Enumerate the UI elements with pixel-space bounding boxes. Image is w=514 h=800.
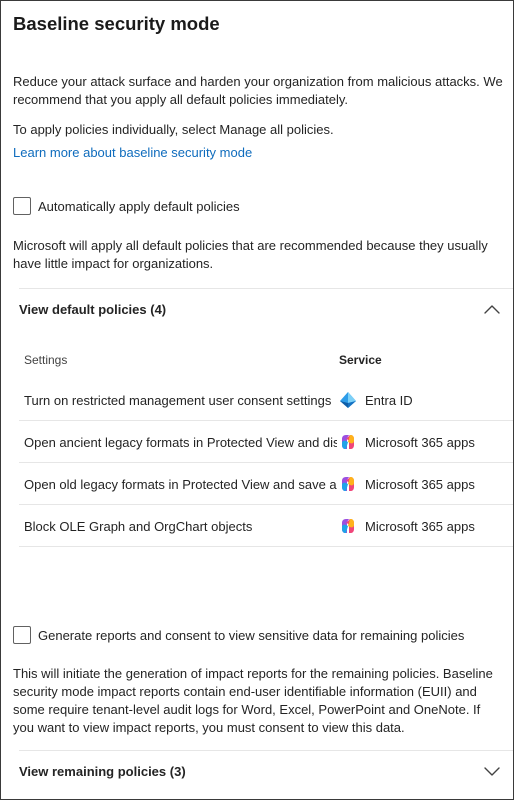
settings-column-header: Settings [24,353,68,367]
reports-consent-label: Generate reports and consent to view sen… [38,627,465,643]
auto-apply-description: Microsoft will apply all default policie… [13,238,488,271]
table-row[interactable]: Block OLE Graph and OrgChart objects Mic… [19,505,513,547]
auto-apply-checkbox[interactable] [13,197,31,215]
policy-service: Microsoft 365 apps [339,475,475,493]
default-policies-header: View default policies (4) [19,301,167,317]
reports-checkbox-row[interactable]: Generate reports and consent to view sen… [13,626,464,644]
microsoft-365-icon [342,477,354,491]
policy-service: Microsoft 365 apps [339,433,475,451]
table-row[interactable]: Turn on restricted management user conse… [19,379,513,421]
table-header: Settings Service [19,341,513,379]
remaining-policies-header: View remaining policies (3) [19,763,186,779]
intro-text: Reduce your attack surface and harden yo… [13,74,503,107]
service-name: Microsoft 365 apps [365,518,475,534]
service-name: Entra ID [365,392,413,408]
microsoft-365-icon [342,435,354,449]
default-policies-accordion[interactable]: View default policies (4) [19,289,501,329]
page-title: Baseline security mode [13,13,220,34]
table-row[interactable]: Open ancient legacy formats in Protected… [19,421,513,463]
table-row[interactable]: Open old legacy formats in Protected Vie… [19,463,513,505]
service-name: Microsoft 365 apps [365,434,475,450]
default-policies-table: Settings Service Turn on restricted mana… [19,341,513,547]
policy-service: Microsoft 365 apps [339,517,475,535]
reports-description: This will initiate the generation of imp… [13,666,493,735]
entra-id-icon [340,392,356,408]
policy-setting: Open old legacy formats in Protected Vie… [24,477,337,492]
microsoft-365-icon [342,519,354,533]
service-name: Microsoft 365 apps [365,476,475,492]
chevron-up-icon[interactable] [483,303,501,315]
policy-setting: Block OLE Graph and OrgChart objects [24,519,253,534]
auto-apply-checkbox-row[interactable]: Automatically apply default policies [13,197,240,215]
reports-consent-checkbox[interactable] [13,626,31,644]
baseline-security-panel: Baseline security mode Reduce your attac… [0,0,514,800]
policy-setting: Open ancient legacy formats in Protected… [24,435,337,450]
remaining-policies-accordion[interactable]: View remaining policies (3) [19,751,501,791]
auto-apply-label: Automatically apply default policies [38,198,240,214]
apply-hint-text: To apply policies individually, select M… [13,122,334,137]
learn-more-link[interactable]: Learn more about baseline security mode [13,145,252,160]
service-column-header: Service [339,353,382,367]
chevron-down-icon[interactable] [483,765,501,777]
policy-service: Entra ID [339,391,413,409]
policy-setting: Turn on restricted management user conse… [24,393,332,408]
